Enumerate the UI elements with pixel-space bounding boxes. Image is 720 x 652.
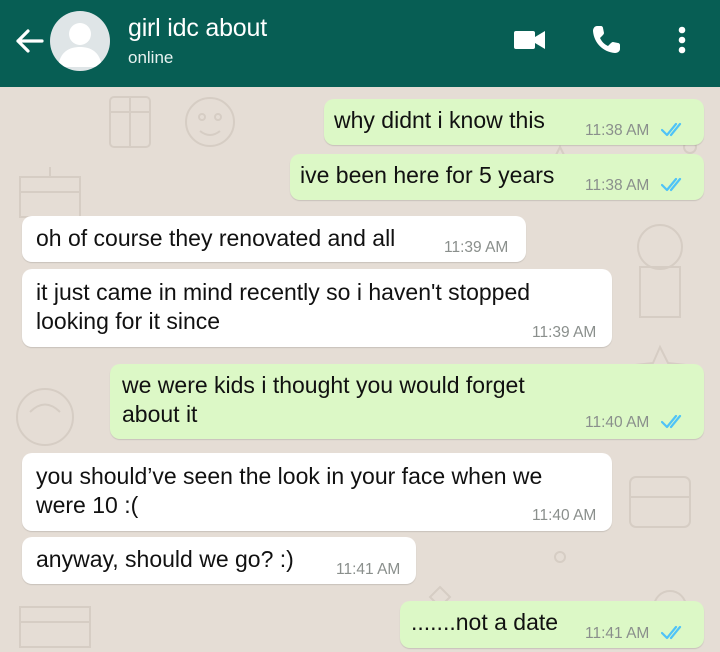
more-options-icon[interactable] bbox=[670, 22, 694, 58]
message-text: it just came in mind recently so i haven… bbox=[36, 279, 531, 334]
message-bubble-incoming[interactable]: you should’ve seen the look in your face… bbox=[22, 453, 612, 531]
message-bubble-outgoing[interactable]: ive been here for 5 years 11:38 AM bbox=[290, 154, 704, 200]
message-bubble-incoming[interactable]: anyway, should we go? :) 11:41 AM bbox=[22, 537, 416, 584]
video-call-icon[interactable] bbox=[512, 26, 548, 54]
message-text: anyway, should we go? :) bbox=[36, 546, 294, 572]
message-time: 11:40 AM bbox=[532, 507, 597, 524]
message-time: 11:39 AM bbox=[532, 324, 597, 341]
read-receipt-icon bbox=[661, 414, 682, 429]
message-time: 11:39 AM bbox=[444, 239, 509, 256]
message-time: 11:38 AM bbox=[585, 122, 650, 139]
chat-header: girl idc about online bbox=[0, 0, 720, 87]
message-time: 11:40 AM bbox=[585, 414, 650, 431]
message-text: you should’ve seen the look in your face… bbox=[36, 463, 543, 518]
message-text: why didnt i know this bbox=[334, 107, 545, 133]
message-bubble-outgoing[interactable]: .......not a date 11:41 AM bbox=[400, 601, 704, 648]
read-receipt-icon bbox=[661, 122, 682, 137]
message-bubble-incoming[interactable]: oh of course they renovated and all 11:3… bbox=[22, 216, 526, 262]
message-text: ive been here for 5 years bbox=[300, 162, 555, 188]
message-time: 11:41 AM bbox=[585, 625, 650, 642]
read-receipt-icon bbox=[661, 177, 682, 192]
message-time: 11:41 AM bbox=[336, 561, 401, 578]
message-bubble-outgoing[interactable]: we were kids i thought you would forget … bbox=[110, 364, 704, 439]
back-arrow-icon[interactable] bbox=[12, 24, 46, 58]
contact-status: online bbox=[128, 48, 174, 67]
voice-call-icon[interactable] bbox=[588, 22, 624, 58]
message-bubble-outgoing[interactable]: why didnt i know this 11:38 AM bbox=[324, 99, 704, 145]
message-text: we were kids i thought you would forget … bbox=[122, 372, 525, 427]
message-time: 11:38 AM bbox=[585, 177, 650, 194]
read-receipt-icon bbox=[661, 625, 682, 640]
chat-area[interactable]: why didnt i know this 11:38 AM ive been … bbox=[0, 87, 720, 652]
avatar[interactable] bbox=[50, 11, 110, 71]
message-text: .......not a date bbox=[411, 609, 559, 635]
avatar-placeholder-icon bbox=[58, 23, 102, 67]
contact-name[interactable]: girl idc about bbox=[128, 14, 267, 43]
message-bubble-incoming[interactable]: it just came in mind recently so i haven… bbox=[22, 269, 612, 347]
message-text: oh of course they renovated and all bbox=[36, 225, 396, 251]
